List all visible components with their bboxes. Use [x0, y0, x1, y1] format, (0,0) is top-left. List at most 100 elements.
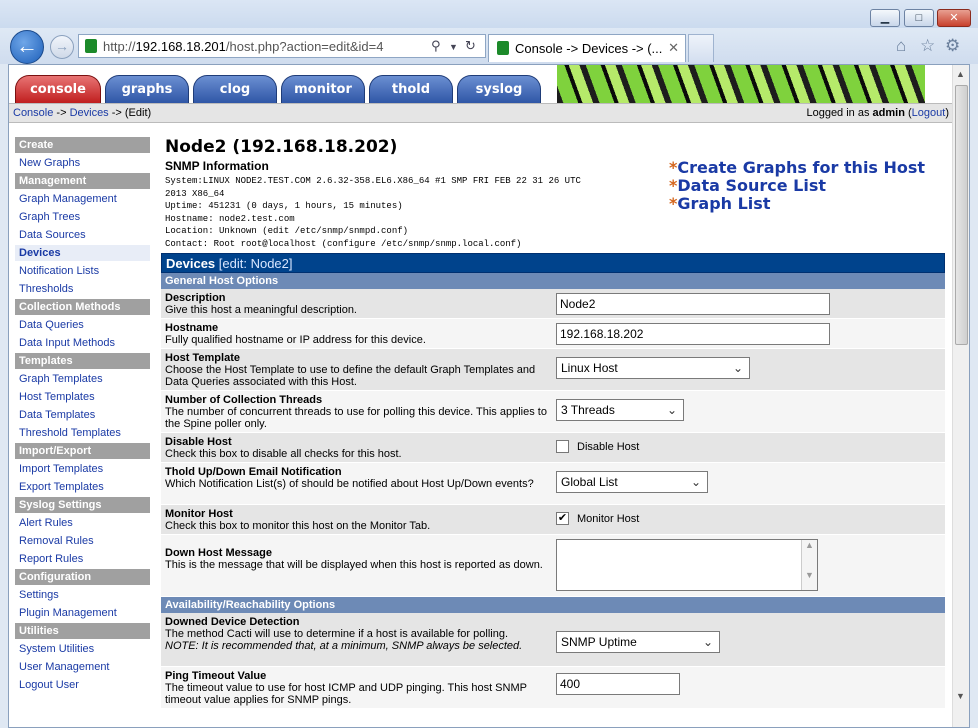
chevron-down-icon: ⌄: [732, 361, 743, 375]
tab-console[interactable]: console: [15, 75, 101, 103]
monitor-host-checkbox[interactable]: ✔: [556, 512, 569, 525]
sidebar-item-thresholds[interactable]: Thresholds: [15, 281, 150, 297]
header-banner-art: [557, 65, 953, 103]
sidebar-item-removal-rules[interactable]: Removal Rules: [15, 533, 150, 549]
sidebar-item-data-templates[interactable]: Data Templates: [15, 407, 150, 423]
sidebar-section-collection-methods: Collection Methods: [15, 299, 150, 315]
tab-thold[interactable]: thold: [369, 75, 453, 103]
down-message-textarea[interactable]: ▲ ▼: [556, 539, 818, 591]
sidebar-item-user-management[interactable]: User Management: [15, 659, 150, 675]
description-input[interactable]: Node2: [556, 293, 830, 315]
sidebar-item-data-sources[interactable]: Data Sources: [15, 227, 150, 243]
minimize-button[interactable]: ▁: [870, 9, 900, 27]
breadcrumb-devices[interactable]: Devices: [70, 107, 109, 119]
sidebar-section-templates: Templates: [15, 353, 150, 369]
login-info: Logged in as admin (Logout): [806, 107, 949, 119]
sidebar-item-new-graphs[interactable]: New Graphs: [15, 155, 150, 171]
sidebar-section-syslog-settings: Syslog Settings: [15, 497, 150, 513]
sidebar-item-import-templates[interactable]: Import Templates: [15, 461, 150, 477]
sidebar-section-configuration: Configuration: [15, 569, 150, 585]
close-window-button[interactable]: ✕: [937, 9, 971, 27]
sidebar-item-host-templates[interactable]: Host Templates: [15, 389, 150, 405]
web-page: console graphs clog monitor thold syslog…: [8, 64, 970, 728]
sidebar-item-data-queries[interactable]: Data Queries: [15, 317, 150, 333]
sidebar-item-plugin-management[interactable]: Plugin Management: [15, 605, 150, 621]
sidebar-item-data-input-methods[interactable]: Data Input Methods: [15, 335, 150, 351]
tab-syslog[interactable]: syslog: [457, 75, 541, 103]
disable-host-label: Disable Host: [577, 440, 640, 453]
home-icon[interactable]: ⌂: [896, 36, 906, 56]
address-bar[interactable]: http://192.168.18.201/host.php?action=ed…: [78, 34, 486, 58]
chevron-down-icon: ⌄: [702, 635, 713, 649]
textarea-scrollbar[interactable]: ▲ ▼: [801, 540, 817, 590]
sidebar-item-graph-templates[interactable]: Graph Templates: [15, 371, 150, 387]
browser-tab-active[interactable]: Console -> Devices -> (... ✕: [488, 34, 686, 62]
tab-graphs[interactable]: graphs: [105, 75, 189, 103]
notification-list-select[interactable]: Global List ⌄: [556, 471, 708, 493]
scroll-down-icon[interactable]: ▼: [956, 691, 965, 701]
row-monitor-host: Monitor Host Check this box to monitor th…: [161, 505, 945, 535]
site-favicon-icon: [497, 41, 509, 55]
create-graphs-link[interactable]: *Create Graphs for this Host: [669, 159, 925, 177]
close-tab-icon[interactable]: ✕: [668, 40, 679, 56]
sidebar-item-logout-user[interactable]: Logout User: [15, 677, 150, 693]
row-host-template: Host Template Choose the Host Template to…: [161, 349, 945, 391]
sidebar-item-report-rules[interactable]: Report Rules: [15, 551, 150, 567]
ping-timeout-input[interactable]: 400: [556, 673, 680, 695]
section-general-host-options: General Host Options: [161, 273, 945, 289]
scroll-thumb[interactable]: [955, 85, 968, 345]
sidebar-item-system-utilities[interactable]: System Utilities: [15, 641, 150, 657]
refresh-icon[interactable]: ↻: [465, 38, 476, 54]
username: admin: [872, 107, 905, 119]
site-favicon-icon: [85, 39, 97, 53]
row-down-host-message: Down Host Message This is the message tha…: [161, 535, 945, 597]
sidebar-item-settings[interactable]: Settings: [15, 587, 150, 603]
page-title: Node2 (192.168.18.202): [165, 137, 398, 157]
arrow-right-icon: →: [55, 38, 69, 54]
sidebar-item-threshold-templates[interactable]: Threshold Templates: [15, 425, 150, 441]
tab-monitor[interactable]: monitor: [281, 75, 365, 103]
quick-links: *Create Graphs for this Host *Data Sourc…: [669, 159, 925, 213]
scroll-up-icon[interactable]: ▲: [956, 69, 965, 79]
search-icon[interactable]: ⚲: [431, 38, 441, 54]
maximize-button[interactable]: □: [904, 9, 934, 27]
sidebar-item-graph-trees[interactable]: Graph Trees: [15, 209, 150, 225]
sidebar-item-graph-management[interactable]: Graph Management: [15, 191, 150, 207]
host-template-select[interactable]: Linux Host ⌄: [556, 357, 750, 379]
back-button[interactable]: ←: [10, 30, 44, 64]
logout-link[interactable]: Logout: [912, 107, 946, 119]
data-source-list-link[interactable]: *Data Source List: [669, 177, 925, 195]
forward-button[interactable]: →: [50, 35, 74, 59]
breadcrumb-console[interactable]: Console: [13, 107, 53, 119]
cacti-header: console graphs clog monitor thold syslog: [9, 65, 953, 103]
device-edit-form: Devices [edit: Node2] General Host Optio…: [161, 253, 945, 709]
section-availability-options: Availability/Reachability Options: [161, 597, 945, 613]
address-url: http://192.168.18.201/host.php?action=ed…: [103, 39, 384, 54]
row-collection-threads: Number of Collection Threads The number o…: [161, 391, 945, 433]
arrow-left-icon: ←: [16, 33, 38, 58]
new-tab-button[interactable]: [688, 34, 714, 62]
downed-detection-select[interactable]: SNMP Uptime ⌄: [556, 631, 720, 653]
graph-list-link[interactable]: *Graph List: [669, 195, 925, 213]
tab-title: Console -> Devices -> (...: [515, 41, 663, 56]
sidebar-menu: Create New Graphs Management Graph Manageme…: [15, 137, 150, 695]
disable-host-checkbox[interactable]: [556, 440, 569, 453]
sidebar-item-alert-rules[interactable]: Alert Rules: [15, 515, 150, 531]
page-scrollbar[interactable]: ▲ ▼: [952, 65, 969, 727]
threads-select[interactable]: 3 Threads ⌄: [556, 399, 684, 421]
star-icon[interactable]: ☆: [920, 36, 935, 56]
row-disable-host: Disable Host Check this box to disable al…: [161, 433, 945, 463]
sidebar-item-notification-lists[interactable]: Notification Lists: [15, 263, 150, 279]
sidebar-section-create: Create: [15, 137, 150, 153]
hostname-input[interactable]: 192.168.18.202: [556, 323, 830, 345]
sidebar-item-export-templates[interactable]: Export Templates: [15, 479, 150, 495]
gear-icon[interactable]: ⚙: [945, 36, 960, 56]
breadcrumb: Console -> Devices -> (Edit): [13, 107, 152, 119]
sidebar-item-devices[interactable]: Devices: [15, 245, 150, 261]
row-hostname: Hostname Fully qualified hostname or IP a…: [161, 319, 945, 349]
chevron-down-icon[interactable]: ▼: [449, 42, 458, 52]
row-description: Description Give this host a meaningful d…: [161, 289, 945, 319]
chevron-down-icon: ⌄: [666, 403, 677, 417]
snmp-info-text: System:LINUX NODE2.TEST.COM 2.6.32-358.E…: [165, 176, 581, 249]
tab-clog[interactable]: clog: [193, 75, 277, 103]
